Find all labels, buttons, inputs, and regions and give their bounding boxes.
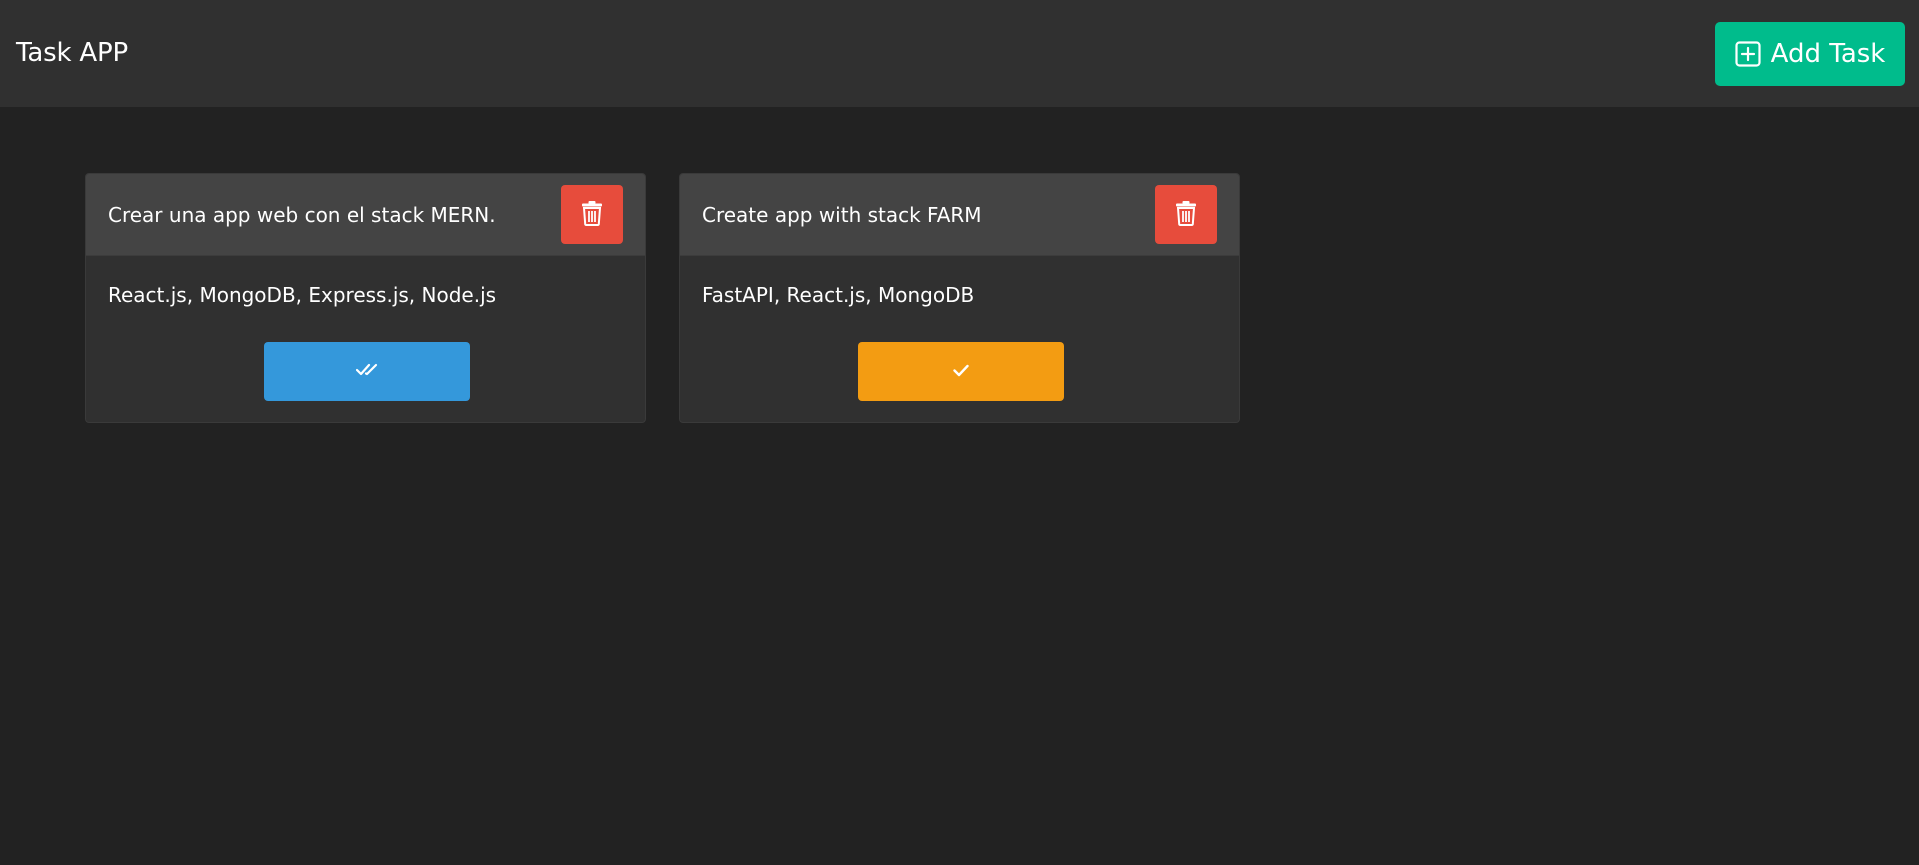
task-card: Create app with stack FARM FastAPI, Reac…	[679, 173, 1240, 423]
add-task-button[interactable]: Add Task	[1715, 22, 1905, 86]
add-task-label: Add Task	[1770, 39, 1886, 69]
trash-icon	[1175, 200, 1197, 230]
navbar: Task APP Add Task	[0, 0, 1919, 107]
plus-square-icon	[1735, 41, 1761, 67]
task-card: Crear una app web con el stack MERN. Rea…	[85, 173, 646, 423]
check-double-icon	[355, 362, 378, 381]
app-title[interactable]: Task APP	[16, 35, 128, 71]
delete-task-button[interactable]	[1155, 185, 1217, 244]
task-description: FastAPI, React.js, MongoDB	[702, 283, 975, 307]
delete-task-button[interactable]	[561, 185, 623, 244]
task-card-header: Create app with stack FARM	[680, 174, 1239, 256]
task-title: Crear una app web con el stack MERN.	[108, 203, 496, 227]
toggle-status-button[interactable]	[858, 342, 1064, 401]
task-card-header: Crear una app web con el stack MERN.	[86, 174, 645, 256]
check-icon	[953, 362, 969, 381]
trash-icon	[581, 200, 603, 230]
task-description: React.js, MongoDB, Express.js, Node.js	[108, 283, 497, 307]
task-title: Create app with stack FARM	[702, 203, 982, 227]
toggle-status-button[interactable]	[264, 342, 470, 401]
